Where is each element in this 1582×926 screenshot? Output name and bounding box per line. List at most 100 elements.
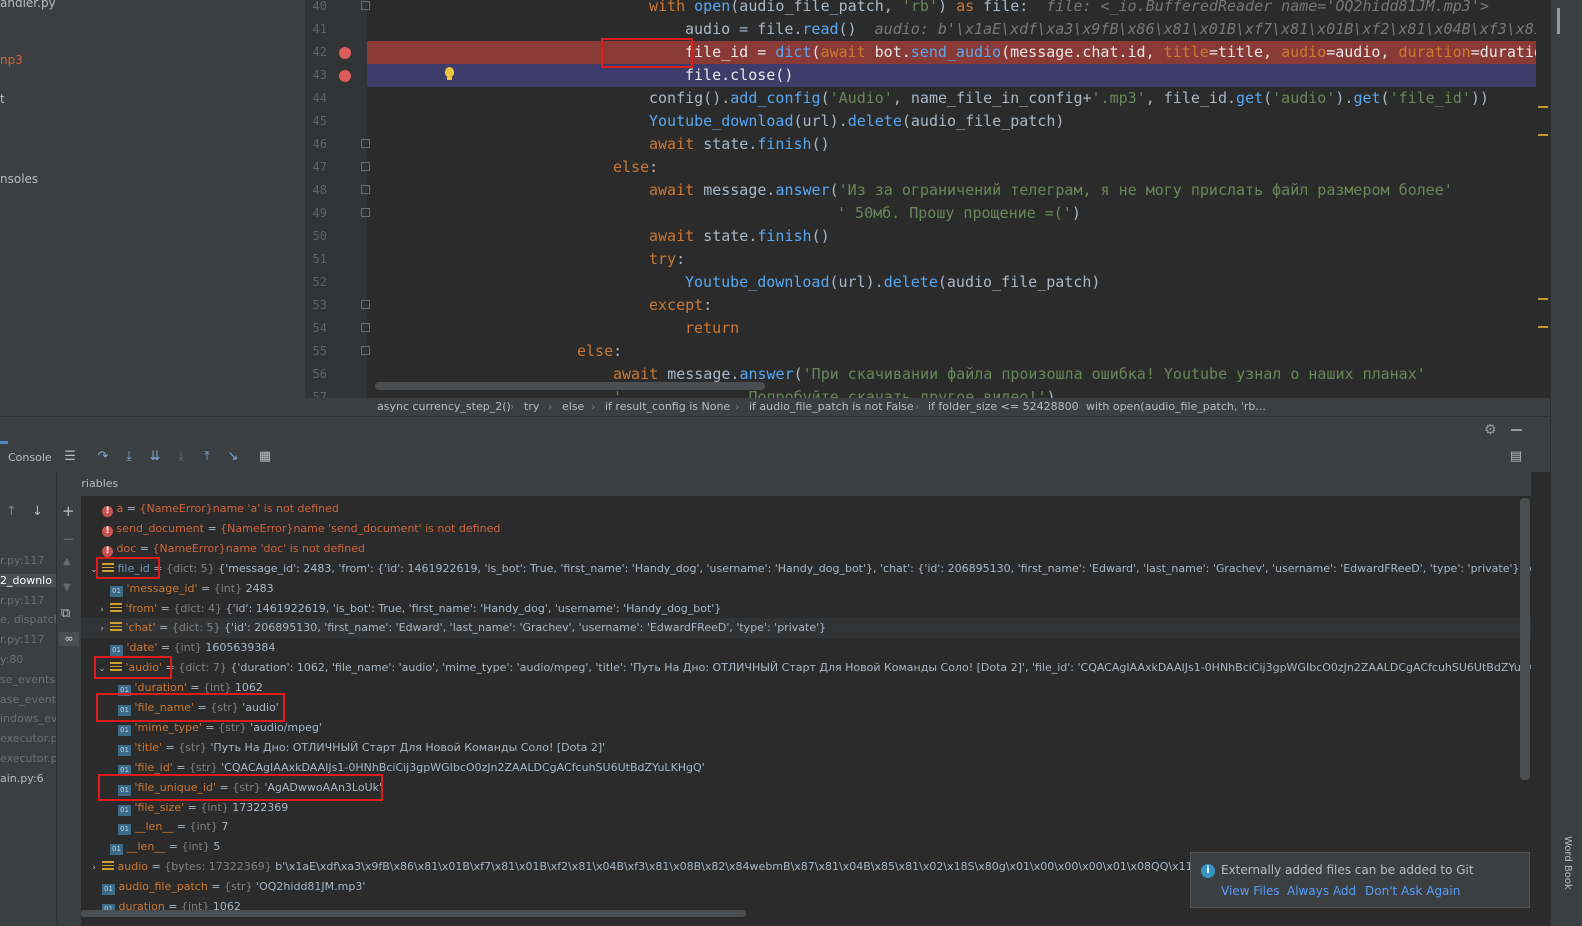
notification-balloon[interactable]: i Externally added files can be added to… [1190, 852, 1530, 908]
gutter-line[interactable]: 41 [305, 18, 367, 41]
code-line[interactable]: Youtube_download(url).delete(audio_file_… [367, 110, 1536, 133]
arrow-down-icon[interactable]: ↓ [32, 504, 43, 519]
chevron-right-icon[interactable]: › [97, 600, 107, 619]
run-to-cursor-icon[interactable]: ↘ [225, 449, 241, 465]
project-item[interactable]: nsoles [0, 172, 38, 186]
editor-horizontal-scrollbar[interactable] [375, 382, 1536, 390]
evaluate-expression-icon[interactable]: ▦ [257, 449, 273, 465]
breadcrumb-item[interactable]: else [562, 398, 584, 416]
variable-row[interactable]: ! doc = {NameError}name 'doc' is not def… [81, 539, 1531, 559]
stack-frame[interactable]: executor.py [0, 752, 56, 765]
gutter-line[interactable]: 57 [305, 386, 367, 398]
scrollbar-thumb[interactable] [375, 382, 765, 390]
gutter-line[interactable]: 50 [305, 225, 367, 248]
step-into-my-code-icon[interactable]: ⇊ [147, 449, 163, 465]
step-out-icon[interactable]: ⤒ [199, 449, 215, 465]
warning-marker[interactable] [1538, 298, 1548, 300]
dont-ask-again-link[interactable]: Don't Ask Again [1365, 884, 1460, 898]
always-add-link[interactable]: Always Add [1287, 884, 1356, 898]
gutter-line[interactable]: 52 [305, 271, 367, 294]
error-stripe[interactable] [1536, 0, 1550, 398]
move-down-icon[interactable]: ▼ [63, 582, 71, 593]
breadcrumb-item[interactable]: try [524, 398, 539, 416]
gutter-line[interactable]: 42 [305, 41, 367, 64]
force-step-into-icon[interactable]: ⤓ [173, 449, 189, 465]
gutter-line[interactable]: 49 [305, 202, 370, 225]
stack-frame[interactable]: executor.py [0, 732, 56, 745]
code-line[interactable]: await state.finish() [367, 133, 1536, 156]
code-editor[interactable]: 40 41 42 43 44 45 46 47 48 49 50 51 52 53 54 55 56 57 wit… [305, 0, 1550, 398]
gutter-line[interactable]: 53 [305, 294, 370, 317]
breakpoint-icon[interactable] [339, 47, 351, 59]
variables-scrollbar-thumb[interactable] [1520, 498, 1530, 780]
gutter-line[interactable]: 45 [305, 110, 367, 133]
step-over-icon[interactable]: ↷ [95, 449, 111, 465]
code-line[interactable]: file_id = dict(await bot.send_audio(mess… [367, 41, 1536, 64]
variables-horizontal-scrollbar[interactable] [81, 910, 746, 917]
project-item[interactable]: andler.py [0, 0, 56, 10]
stack-frame[interactable]: se_events.p [0, 673, 56, 686]
variable-row[interactable]: ⌄ file_id = {dict: 5} {'message_id': 248… [81, 559, 1531, 579]
project-item[interactable]: np3 [0, 53, 23, 67]
stack-frame[interactable]: y:80 [0, 653, 23, 666]
breadcrumb-item[interactable]: if audio_file_patch is not False [749, 398, 914, 416]
gutter-line[interactable]: 47 [305, 156, 370, 179]
glasses-icon[interactable]: ∞ [59, 632, 79, 646]
code-line[interactable]: config().add_config('Audio', name_file_i… [367, 87, 1536, 110]
chevron-right-icon[interactable]: › [89, 858, 99, 877]
variable-row[interactable]: › 'from' = {dict: 4} {'id': 1461922619, … [81, 599, 1531, 619]
code-line[interactable]: try: [367, 248, 1536, 271]
code-line[interactable]: with open(audio_file_patch, 'rb') as fil… [367, 0, 1536, 18]
code-line[interactable]: await state.finish() [367, 225, 1536, 248]
code-line[interactable]: Youtube_download(url).delete(audio_file_… [367, 271, 1536, 294]
stack-frame[interactable]: ain.py:6 [0, 772, 44, 785]
variable-row[interactable]: ! a = {NameError}name 'a' is not defined [81, 499, 1531, 519]
menu-icon[interactable]: ☰ [62, 449, 78, 465]
breakpoint-icon[interactable] [339, 70, 351, 82]
gutter-line[interactable]: 48 [305, 179, 370, 202]
code-line[interactable]: file.close() [367, 64, 1536, 87]
stack-frame[interactable]: ase_events [0, 693, 56, 706]
gutter-line[interactable]: 43 [305, 64, 367, 87]
breadcrumb-item[interactable]: if result_config is None [605, 398, 730, 416]
variable-row[interactable]: 01 'file_name' = {str} 'audio' [81, 698, 1531, 718]
layout-icon[interactable]: ▤ [1508, 449, 1524, 465]
gutter-line[interactable]: 40 [305, 0, 370, 18]
word-book-tab[interactable]: Word Book [1559, 836, 1573, 890]
gutter-line[interactable]: 46 [305, 133, 370, 156]
move-up-icon[interactable]: ▲ [63, 556, 71, 567]
variable-row[interactable]: 01 'date' = {int} 1605639384 [81, 638, 1531, 658]
view-files-link[interactable]: View Files [1221, 884, 1280, 898]
warning-marker[interactable] [1538, 326, 1548, 328]
arrow-up-icon[interactable]: ↑ [6, 504, 17, 519]
stack-frame[interactable]: r.py:117 [0, 554, 44, 567]
remove-watch-icon[interactable]: − [62, 530, 75, 548]
code-line[interactable]: ' 50мб. Прошу прощение =(') [367, 202, 1536, 225]
variable-row[interactable]: 01 __len__ = {int} 7 [81, 817, 1531, 837]
variable-row[interactable]: 01 'message_id' = {int} 2483 [81, 579, 1531, 599]
editor-gutter[interactable]: 40 41 42 43 44 45 46 47 48 49 50 51 52 53 54 55 56 57 [305, 0, 370, 398]
code-line[interactable]: except: [367, 294, 1536, 317]
copy-icon[interactable]: ⧉ [61, 606, 70, 621]
gutter-line[interactable]: 51 [305, 248, 367, 271]
add-watch-icon[interactable]: + [62, 502, 75, 520]
chevron-right-icon[interactable]: › [97, 619, 107, 638]
stack-frame[interactable]: indows_ev [0, 712, 56, 725]
variable-row[interactable]: › 'chat' = {dict: 5} {'id': 206895130, '… [81, 618, 1531, 639]
step-into-icon[interactable]: ⤓ [121, 449, 137, 465]
code-line[interactable]: return [367, 317, 1536, 340]
gutter-line[interactable]: 55 [305, 340, 370, 363]
variable-row[interactable]: 01 'mime_type' = {str} 'audio/mpeg' [81, 718, 1531, 738]
project-item[interactable]: t [0, 92, 5, 106]
variable-row[interactable]: 01 'title' = {str} 'Путь На Дно: ОТЛИЧНЫ… [81, 738, 1531, 758]
lightbulb-icon[interactable] [445, 67, 454, 80]
variable-row[interactable]: ⌄ 'audio' = {dict: 7} {'duration': 1062,… [81, 658, 1531, 678]
stack-frame[interactable]: e, dispatch [0, 613, 56, 626]
breadcrumb-item[interactable]: async currency_step_2() [377, 398, 511, 416]
stack-frame[interactable]: 2_downlo [0, 573, 56, 587]
code-line[interactable]: audio = file.read() audio: b'\x1aE\xdf\x… [367, 18, 1536, 41]
breadcrumb-item[interactable]: if folder_size <= 52428800 [928, 398, 1079, 416]
code-line[interactable]: await message.answer('Из за ограничений … [367, 179, 1536, 202]
breadcrumb-item[interactable]: with open(audio_file_patch, 'rb... [1086, 398, 1266, 416]
variable-row[interactable]: 01 'duration' = {int} 1062 [81, 678, 1531, 698]
